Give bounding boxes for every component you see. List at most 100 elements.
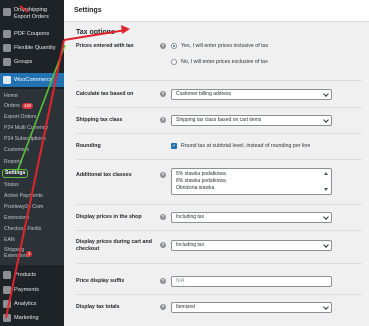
radio-selected-icon[interactable] (171, 43, 177, 49)
quantity-icon (3, 44, 11, 52)
display-shop-label: Display prices in the shop (76, 214, 142, 220)
submenu-label: Przelewy24 Com (4, 204, 44, 210)
submenu-label: EAN (4, 237, 15, 243)
page-header: Settings (64, 0, 369, 22)
calc-based-select[interactable]: Customer billing address (171, 89, 332, 100)
display-shop-select[interactable]: Including tax (171, 212, 332, 223)
sidebar-item-payments[interactable]: Payments (0, 285, 64, 295)
submenu-item-home[interactable]: Home (0, 92, 64, 100)
submenu-item-active-payments[interactable]: Active Payments (0, 192, 64, 200)
section-title: Tax options (76, 29, 115, 36)
submenu-item-shipping-extensions[interactable]: Shipping Extensions 1 (0, 247, 64, 261)
submenu-label: P24 Subscriptions (4, 136, 46, 142)
suffix-label: Price display suffix (76, 278, 125, 284)
sidebar-item-label: Payments (14, 287, 39, 293)
submenu-item-customers[interactable]: Customers (0, 146, 64, 154)
sidebar-item-flexible-quantity[interactable]: Flexible Quantity (0, 43, 64, 53)
submenu-item-p24-subscriptions[interactable]: P24 Subscriptions (0, 135, 64, 143)
checkbox-label: Round tax at subtotal level, instead of … (181, 143, 311, 149)
prices-entered-label: Prices entered with tax (76, 43, 134, 49)
divider (76, 294, 362, 295)
products-icon (3, 271, 11, 279)
scroll-down-icon[interactable] (324, 188, 328, 191)
submenu-label: Extensions (4, 215, 30, 221)
prices-exclusive-radio[interactable]: No, I will enter prices exclusive of tax (171, 59, 268, 65)
additional-classes-label: Additional tax classes (76, 172, 132, 178)
sidebar-item-groups[interactable]: Groups (0, 57, 64, 67)
sidebar-item-label: Marketing (14, 315, 39, 321)
display-cart-label: Display prices during cart and checkout (76, 239, 152, 252)
prices-inclusive-radio[interactable]: Yes, I will enter prices inclusive of ta… (171, 43, 268, 49)
submenu-item-przelewy24[interactable]: Przelewy24 Com (0, 203, 64, 211)
divider (76, 230, 362, 231)
submenu-item-ean[interactable]: EAN (0, 236, 64, 244)
submenu-item-export-orders[interactable]: Export Orders (0, 113, 64, 121)
sidebar-item-marketing[interactable]: Marketing (0, 313, 64, 323)
submenu-item-extensions[interactable]: Extensions (0, 214, 64, 222)
sidebar-item-label: Flexible Quantity (14, 45, 56, 51)
divider (76, 204, 362, 205)
checkbox-checked-icon[interactable]: ✓ (171, 143, 177, 149)
sidebar-item-label: PDF Coupons (14, 31, 50, 37)
select-value: Shipping tax class based on cart items (176, 117, 262, 123)
submenu-item-orders[interactable]: Orders 140 (0, 102, 64, 110)
sidebar-item-label: WooCommerce (14, 77, 53, 83)
help-icon[interactable]: ? (160, 91, 166, 97)
submenu-label: Active Payments (4, 193, 43, 199)
analytics-icon (3, 300, 11, 308)
divider (76, 107, 362, 108)
radio-label: Yes, I will enter prices inclusive of ta… (181, 43, 269, 49)
sidebar-item-label: Products (14, 272, 37, 278)
page-title: Settings (74, 7, 102, 14)
scroll-up-icon[interactable] (324, 172, 328, 175)
select-value: Including tax (176, 242, 205, 248)
submenu-item-status[interactable]: Status (0, 181, 64, 189)
display-cart-select[interactable]: Including tax (171, 240, 332, 251)
orders-count-badge: 140 (21, 103, 34, 109)
radio-unselected-icon[interactable] (171, 59, 177, 65)
totals-select[interactable]: Itemized (171, 302, 332, 313)
groups-icon (3, 58, 11, 66)
submenu-item-reports[interactable]: Reports (0, 158, 64, 166)
sidebar-item-pdf-coupons[interactable]: PDF Coupons (0, 29, 64, 39)
chevron-down-icon (323, 91, 329, 97)
help-icon[interactable]: ? (160, 117, 166, 123)
tax-class-line: 5% stawka podatkowa (176, 171, 226, 177)
submenu-item-settings[interactable]: Settings (0, 169, 64, 178)
submenu-item-checkout-fields[interactable]: Checkout Fields (0, 225, 64, 233)
totals-label: Display tax totals (76, 304, 120, 310)
divider (76, 80, 362, 81)
help-icon[interactable]: ? (160, 43, 166, 49)
sidebar-item-label: Analytics (14, 301, 37, 307)
additional-classes-textarea[interactable]: 5% stawka podatkowa 8% stawka podatkowa … (171, 168, 332, 195)
pdf-icon (3, 30, 11, 38)
sidebar-item-products[interactable]: Products (0, 270, 64, 280)
divider (76, 263, 362, 264)
suffix-input[interactable]: N/A (171, 276, 332, 287)
shipping-class-label: Shipping tax class (76, 117, 123, 123)
export-icon (3, 8, 11, 16)
chevron-down-icon (323, 214, 329, 220)
sidebar-item-analytics[interactable]: Analytics (0, 299, 64, 309)
radio-label: No, I will enter prices exclusive of tax (181, 59, 268, 65)
sidebar-item-dropshipping[interactable]: Dropshipping Export Orders (0, 7, 64, 25)
payments-icon (3, 286, 11, 294)
help-icon[interactable]: ? (160, 278, 166, 284)
select-value: Itemized (176, 304, 195, 310)
calc-based-label: Calculate tax based on (76, 91, 134, 97)
submenu-label: Home (4, 93, 18, 99)
help-icon[interactable]: ? (160, 172, 166, 178)
submenu-label: Reports (4, 159, 23, 165)
help-icon[interactable]: ? (160, 304, 166, 310)
submenu-item-p24-multi-currency[interactable]: P24 Multi Currency (0, 124, 64, 132)
shipping-class-select[interactable]: Shipping tax class based on cart items (171, 115, 332, 126)
submenu-label: Export Orders (4, 114, 37, 120)
submenu-label: P24 Multi Currency (4, 125, 49, 131)
rounding-checkbox[interactable]: ✓ Round tax at subtotal level, instead o… (171, 143, 310, 149)
help-icon[interactable]: ? (160, 242, 166, 248)
help-icon[interactable]: ? (160, 214, 166, 220)
tax-class-line: Obniżona stawka (176, 185, 215, 191)
sidebar-item-woocommerce[interactable]: WooCommerce (0, 73, 64, 87)
submenu-label: Status (4, 182, 19, 188)
chevron-down-icon (323, 117, 329, 123)
